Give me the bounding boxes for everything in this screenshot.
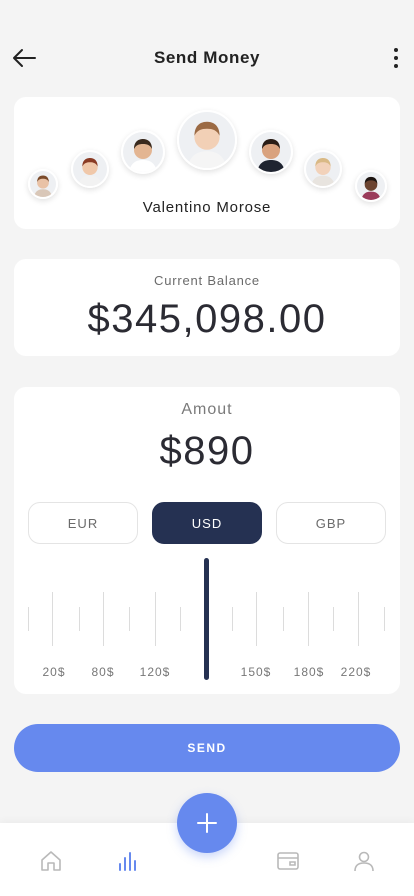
avatar-image bbox=[30, 171, 56, 197]
avatar-image bbox=[123, 132, 163, 172]
home-icon bbox=[41, 851, 61, 871]
amount-label: Amout bbox=[181, 401, 233, 418]
scale-tick bbox=[129, 607, 130, 631]
more-vertical-icon-dot bbox=[394, 64, 398, 68]
page-title: Send Money bbox=[153, 48, 261, 67]
amount-value: $890 bbox=[159, 429, 255, 473]
scale-tick bbox=[28, 607, 29, 631]
avatar-contact-7[interactable] bbox=[355, 170, 387, 202]
more-vertical-icon-dot bbox=[394, 56, 398, 60]
avatar-contact-6[interactable] bbox=[304, 150, 342, 188]
avatar-contact-2[interactable] bbox=[71, 150, 109, 188]
avatar-contact-1[interactable] bbox=[28, 169, 58, 199]
top-bar: Send Money bbox=[0, 30, 414, 86]
currency-gbp-button[interactable]: GBP bbox=[276, 502, 386, 544]
nav-wallet[interactable] bbox=[274, 847, 302, 875]
scale-label: 180$ bbox=[293, 665, 325, 679]
nav-stats[interactable] bbox=[114, 847, 142, 875]
nav-profile[interactable] bbox=[350, 847, 378, 875]
balance-label: Current Balance bbox=[154, 273, 260, 288]
scale-label: 20$ bbox=[42, 665, 66, 679]
avatar-contact-3[interactable] bbox=[121, 130, 165, 174]
scale-tick bbox=[256, 592, 257, 646]
avatar-image bbox=[73, 152, 107, 186]
scale-label: 220$ bbox=[340, 665, 372, 679]
contacts-card: Valentino Morose bbox=[14, 97, 400, 229]
scale-tick bbox=[232, 607, 233, 631]
scale-label: 80$ bbox=[91, 665, 115, 679]
amount-slider-handle[interactable] bbox=[204, 558, 209, 680]
avatar-image bbox=[179, 112, 235, 168]
avatar-selected-contact[interactable] bbox=[177, 110, 237, 170]
scale-label: 150$ bbox=[240, 665, 272, 679]
scale-tick bbox=[155, 592, 156, 646]
chart-icon bbox=[119, 852, 136, 871]
scale-tick bbox=[180, 607, 181, 631]
scale-tick bbox=[79, 607, 80, 631]
balance-value: $345,098.00 bbox=[87, 297, 327, 341]
scale-tick bbox=[308, 592, 309, 646]
amount-card: Amout $890 EUR USD GBP 20$ 80$ 120$ 150$… bbox=[14, 387, 400, 694]
nav-home[interactable] bbox=[37, 847, 65, 875]
scale-tick bbox=[103, 592, 104, 646]
scale-tick bbox=[333, 607, 334, 631]
send-button[interactable]: SEND bbox=[14, 724, 400, 772]
selected-contact-name: Valentino Morose bbox=[142, 199, 272, 216]
add-icon bbox=[197, 813, 217, 833]
avatar-image bbox=[251, 132, 291, 172]
avatar-contact-5[interactable] bbox=[249, 130, 293, 174]
scale-tick bbox=[283, 607, 284, 631]
more-options-button[interactable] bbox=[384, 42, 408, 74]
currency-usd-button[interactable]: USD bbox=[152, 502, 262, 544]
scale-tick bbox=[358, 592, 359, 646]
avatar-image bbox=[306, 152, 340, 186]
add-button[interactable] bbox=[177, 793, 237, 853]
profile-icon bbox=[354, 851, 374, 872]
avatar-image bbox=[357, 172, 385, 200]
scale-tick bbox=[384, 607, 385, 631]
wallet-icon bbox=[277, 852, 299, 870]
scale-label: 120$ bbox=[139, 665, 171, 679]
balance-card: Current Balance $345,098.00 bbox=[14, 259, 400, 356]
currency-eur-button[interactable]: EUR bbox=[28, 502, 138, 544]
scale-tick bbox=[52, 592, 53, 646]
more-vertical-icon-dot bbox=[394, 48, 398, 52]
